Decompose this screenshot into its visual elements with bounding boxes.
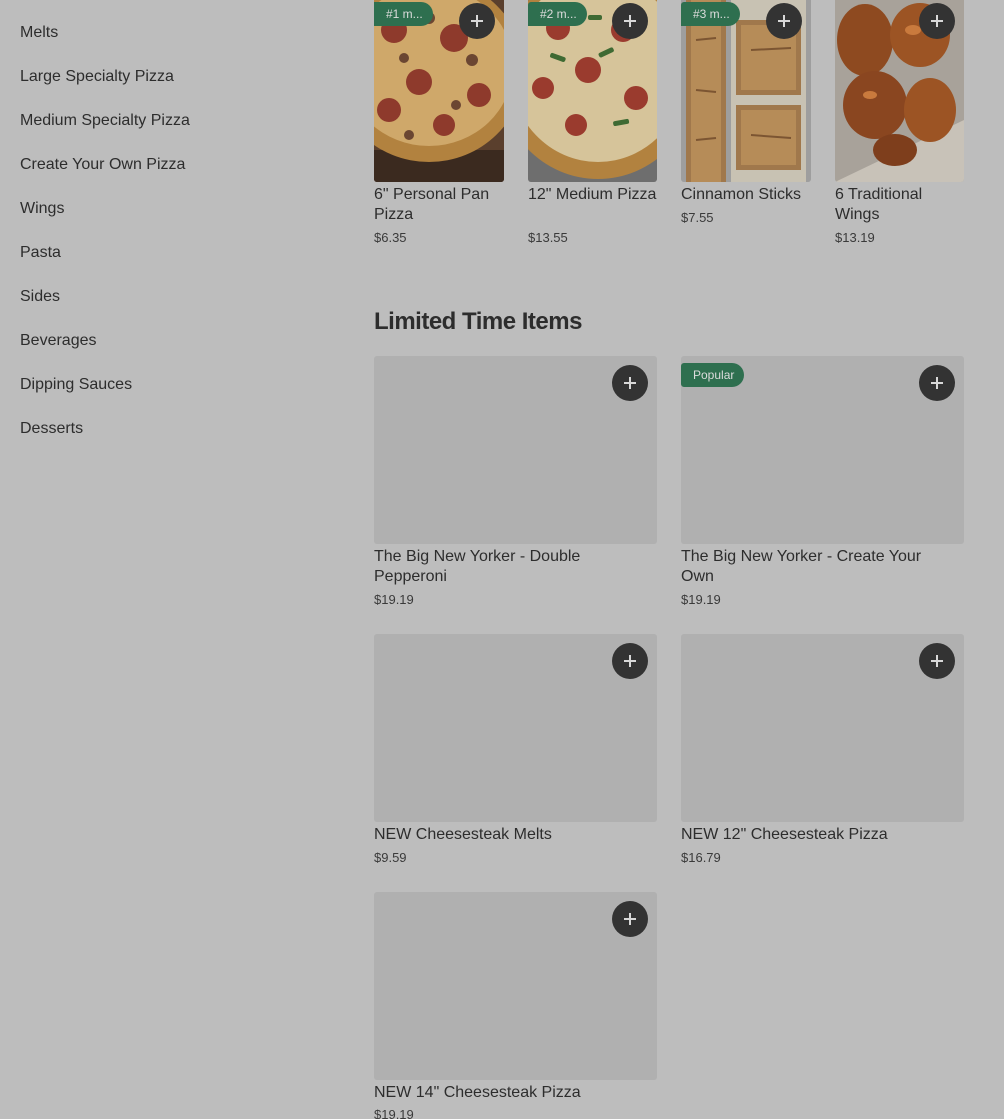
sidebar-item-desserts[interactable]: Desserts (20, 418, 320, 462)
item-price: $7.55 (681, 210, 714, 225)
item-price: $19.19 (374, 592, 414, 607)
item-title: Cinnamon Sticks (681, 186, 802, 203)
sidebar-item-large-specialty-pizza[interactable]: Large Specialty Pizza (20, 66, 320, 110)
sidebar-item-beverages[interactable]: Beverages (20, 330, 320, 374)
popular-item-card[interactable]: 6 Traditional Wings $13.19 (835, 0, 965, 250)
item-price: $9.59 (374, 850, 407, 865)
item-title: 12" Medium Pizza (528, 186, 657, 203)
sidebar-item-sides[interactable]: Sides (20, 286, 320, 330)
plus-icon (624, 377, 636, 389)
rank-badge: #1 m... (374, 2, 433, 26)
limited-item-card[interactable]: NEW Cheesesteak Melts $9.59 (374, 634, 657, 874)
add-to-cart-button[interactable] (766, 3, 802, 39)
plus-icon (931, 377, 943, 389)
sidebar-item-melts[interactable]: Melts (20, 22, 320, 66)
item-title: The Big New Yorker - Double Pepperoni (374, 548, 581, 585)
limited-item-card[interactable]: NEW 14" Cheesesteak Pizza $19.19 (374, 892, 657, 1119)
category-sidebar: Melts Large Specialty Pizza Medium Speci… (20, 22, 320, 462)
item-price: $19.19 (374, 1107, 414, 1119)
add-to-cart-button[interactable] (612, 901, 648, 937)
popular-item-card[interactable]: #3 m... Cinnamon Sticks $7.55 (681, 0, 811, 250)
item-title: NEW 12" Cheesesteak Pizza (681, 826, 888, 843)
limited-item-card[interactable]: NEW 12" Cheesesteak Pizza $16.79 (681, 634, 964, 874)
rank-badge: #3 m... (681, 2, 740, 26)
add-to-cart-button[interactable] (459, 3, 495, 39)
sidebar-item-medium-specialty-pizza[interactable]: Medium Specialty Pizza (20, 110, 320, 154)
popular-badge: Popular (681, 363, 745, 387)
add-to-cart-button[interactable] (612, 365, 648, 401)
plus-icon (778, 15, 790, 27)
add-to-cart-button[interactable] (919, 643, 955, 679)
add-to-cart-button[interactable] (919, 365, 955, 401)
popular-item-card[interactable]: #2 m... 12" Medium Pizza $13.55 (528, 0, 658, 250)
plus-icon (624, 655, 636, 667)
sidebar-item-create-your-own-pizza[interactable]: Create Your Own Pizza (20, 154, 320, 198)
limited-item-card[interactable]: Popular The Big New Yorker - Create Your… (681, 356, 964, 616)
item-title: NEW Cheesesteak Melts (374, 826, 552, 843)
section-title-limited-time: Limited Time Items (374, 308, 582, 335)
menu-page: Melts Large Specialty Pizza Medium Speci… (0, 0, 1004, 1119)
item-title: The Big New Yorker - Create Your Own (681, 548, 922, 585)
item-title: 6" Personal Pan Pizza (374, 186, 490, 223)
plus-icon (931, 15, 943, 27)
limited-item-card[interactable]: The Big New Yorker - Double Pepperoni $1… (374, 356, 657, 616)
item-price: $16.79 (681, 850, 721, 865)
plus-icon (624, 15, 636, 27)
item-price: $19.19 (681, 592, 721, 607)
item-price: $13.55 (528, 230, 568, 245)
add-to-cart-button[interactable] (612, 643, 648, 679)
sidebar-item-pasta[interactable]: Pasta (20, 242, 320, 286)
rank-badge: #2 m... (528, 2, 587, 26)
add-to-cart-button[interactable] (919, 3, 955, 39)
plus-icon (931, 655, 943, 667)
plus-icon (624, 913, 636, 925)
item-title: NEW 14" Cheesesteak Pizza (374, 1084, 581, 1101)
plus-icon (471, 15, 483, 27)
item-price: $6.35 (374, 230, 407, 245)
sidebar-item-wings[interactable]: Wings (20, 198, 320, 242)
item-price: $13.19 (835, 230, 875, 245)
add-to-cart-button[interactable] (612, 3, 648, 39)
popular-item-card[interactable]: #1 m... 6" Personal Pan Pizza $6.35 (374, 0, 504, 250)
sidebar-item-dipping-sauces[interactable]: Dipping Sauces (20, 374, 320, 418)
item-title: 6 Traditional Wings (835, 186, 923, 223)
